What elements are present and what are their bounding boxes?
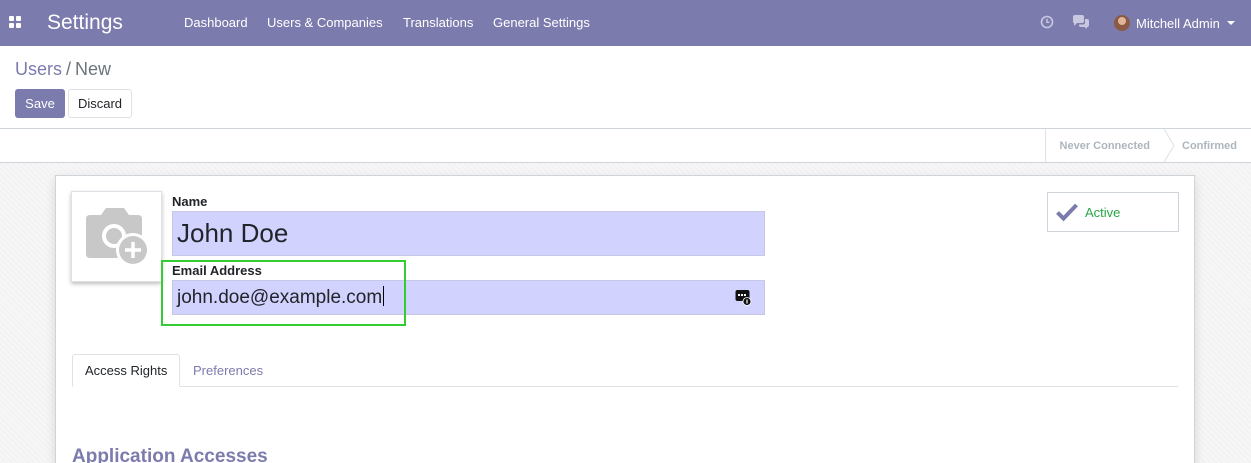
top-navbar: Settings Dashboard Users & Companies Tra… xyxy=(0,0,1251,46)
discard-button[interactable]: Discard xyxy=(68,89,132,118)
breadcrumb-separator: / xyxy=(66,59,72,79)
password-manager-icon[interactable] xyxy=(735,289,752,306)
status-step-confirmed: Confirmed xyxy=(1182,139,1237,152)
active-toggle-button[interactable]: Active xyxy=(1047,192,1179,232)
chat-icon[interactable] xyxy=(1072,14,1089,30)
status-bar: Never Connected Confirmed xyxy=(0,128,1251,163)
email-value: john.doe@example.com xyxy=(177,287,383,308)
avatar xyxy=(1114,15,1130,31)
menu-item-translations[interactable]: Translations xyxy=(403,15,473,31)
clock-icon[interactable] xyxy=(1039,14,1055,30)
breadcrumb-current: New xyxy=(75,59,112,79)
tab-preferences[interactable]: Preferences xyxy=(181,354,275,387)
user-photo-upload[interactable] xyxy=(71,191,162,282)
camera-plus-icon xyxy=(86,208,150,267)
user-name: Mitchell Admin xyxy=(1136,15,1220,31)
chevron-down-icon xyxy=(1226,21,1235,25)
menu-item-dashboard[interactable]: Dashboard xyxy=(184,15,248,31)
breadcrumb: Users / New xyxy=(15,59,111,79)
status-steps: Never Connected Confirmed xyxy=(1044,129,1251,162)
name-label: Name xyxy=(172,194,208,209)
breadcrumb-users-link[interactable]: Users xyxy=(15,59,62,79)
status-arrow-icon xyxy=(1164,129,1176,162)
active-label: Active xyxy=(1085,204,1121,220)
menu-item-users-companies[interactable]: Users & Companies xyxy=(267,15,383,31)
check-icon xyxy=(1056,203,1078,222)
user-menu[interactable]: Mitchell Admin xyxy=(1114,13,1235,33)
apps-grid-icon[interactable] xyxy=(9,16,21,28)
app-title[interactable]: Settings xyxy=(47,9,123,37)
menu-item-general-settings[interactable]: General Settings xyxy=(493,15,590,31)
form-tabs: Access Rights Preferences xyxy=(72,354,1178,387)
email-label: Email Address xyxy=(172,263,262,278)
save-button[interactable]: Save xyxy=(15,89,65,118)
name-field[interactable]: John Doe xyxy=(172,211,765,256)
text-cursor xyxy=(383,286,385,306)
tab-access-rights[interactable]: Access Rights xyxy=(72,354,181,387)
status-step-never-connected: Never Connected xyxy=(1059,139,1150,152)
section-title: Application Accesses xyxy=(72,446,268,463)
email-field[interactable]: john.doe@example.com xyxy=(172,280,765,315)
